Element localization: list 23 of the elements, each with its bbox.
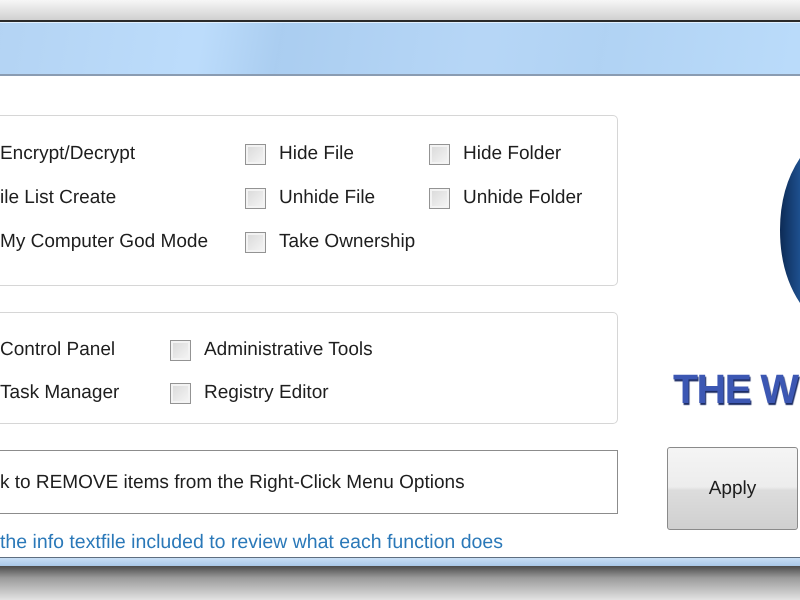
option-label: Registry Editor bbox=[204, 382, 329, 404]
option-label: Take Ownership bbox=[279, 231, 416, 253]
checkbox[interactable] bbox=[245, 188, 266, 208]
option-label: ile List Create bbox=[0, 187, 116, 209]
apply-button[interactable]: Apply bbox=[667, 447, 798, 530]
option-label: My Computer God Mode bbox=[0, 231, 208, 253]
option-label: Administrative Tools bbox=[204, 339, 373, 361]
checkbox[interactable] bbox=[170, 382, 191, 404]
checkbox[interactable] bbox=[429, 144, 450, 164]
logo-text: THE W bbox=[673, 367, 798, 411]
info-note: the info textfile included to review what each function does bbox=[0, 530, 503, 554]
checkbox[interactable] bbox=[245, 144, 266, 164]
option-label: Hide Folder bbox=[463, 143, 562, 165]
option-label: Unhide File bbox=[279, 187, 376, 209]
instruction-field: k to REMOVE items from the Right-Click Menu Options bbox=[0, 450, 618, 514]
option-label: Control Panel bbox=[0, 339, 116, 361]
checkbox[interactable] bbox=[429, 188, 450, 208]
option-label: Hide File bbox=[279, 143, 354, 165]
option-label: Task Manager bbox=[0, 382, 120, 404]
checkbox[interactable] bbox=[245, 232, 266, 252]
checkbox[interactable] bbox=[170, 340, 191, 360]
option-label: Unhide Folder bbox=[463, 187, 582, 209]
option-label: Encrypt/Decrypt bbox=[0, 143, 136, 165]
